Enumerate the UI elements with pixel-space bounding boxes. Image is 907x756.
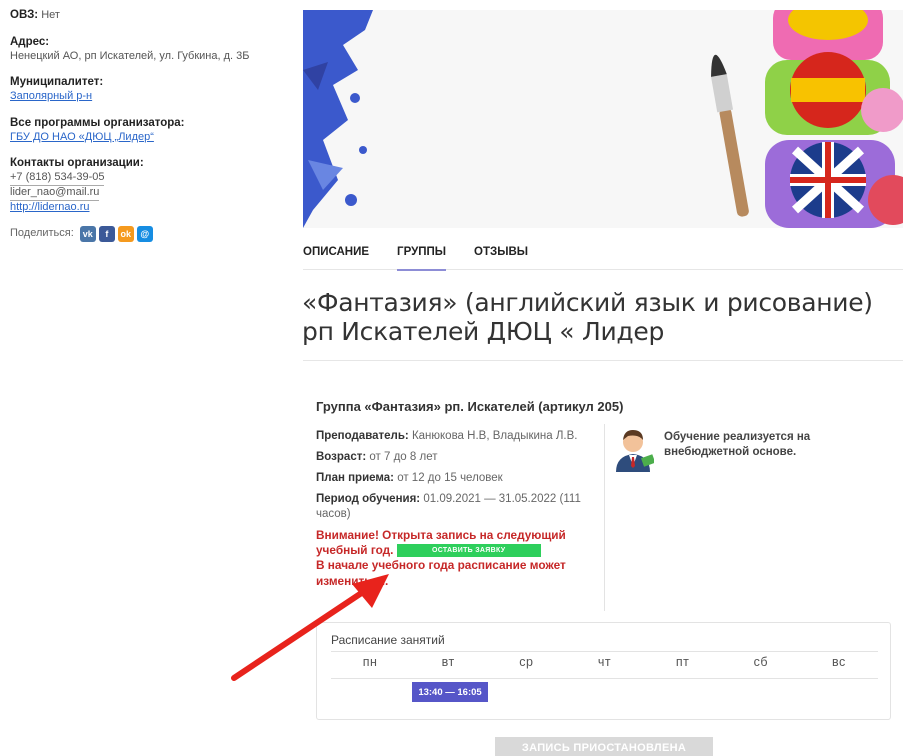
- vk-icon[interactable]: vk: [79, 226, 96, 243]
- banner-illustration: [303, 10, 903, 228]
- title-divider: [303, 360, 903, 361]
- share-label: Поделиться:: [10, 227, 74, 240]
- plan-row: План приема: от 12 до 15 человек: [316, 471, 598, 486]
- municipality-link[interactable]: Заполярный р-н: [10, 90, 92, 102]
- address-value: Ненецкий АО, рп Искателей, ул. Губкина, …: [10, 49, 250, 62]
- ovz-block: ОВЗ: Нет: [10, 8, 280, 23]
- municipality-block: Муниципалитет: Заполярный р-н: [10, 75, 280, 104]
- schedule-slot-tuesday: 13:40 — 16:05: [412, 682, 488, 702]
- day-fri: пт: [675, 655, 690, 669]
- day-tue: вт: [441, 655, 455, 669]
- apply-button[interactable]: ОСТАВИТЬ ЗАЯВКУ: [396, 544, 541, 558]
- teacher-value: Канюкова Н.В, Владыкина Л.В.: [411, 430, 578, 442]
- annotation-arrow: [231, 574, 389, 681]
- info-divider: [604, 424, 605, 611]
- period-label: Период обучения:: [316, 492, 421, 505]
- email-address[interactable]: lider_nao@mail.ru: [10, 186, 100, 201]
- group-heading: Группа «Фантазия» рп. Искателей (артикул…: [316, 399, 624, 414]
- teacher-row: Преподаватель: Канюкова Н.В, Владыкина Л…: [316, 429, 598, 444]
- teacher-label: Преподаватель:: [316, 430, 409, 442]
- programs-block: Все программы организатора: ГБУ ДО НАО «…: [10, 116, 280, 145]
- page-title: «Фантазия» (английский язык и рисование)…: [302, 288, 873, 346]
- age-row: Возраст: от 7 до 8 лет: [316, 450, 598, 465]
- ovz-label: ОВЗ:: [10, 9, 39, 21]
- period-row: Период обучения: 01.09.2021 — 31.05.2022…: [316, 492, 598, 522]
- enrollment-paused-button[interactable]: ЗАПИСЬ ПРИОСТАНОВЛЕНА: [495, 737, 713, 756]
- odnoklassniki-icon[interactable]: ok: [117, 226, 134, 243]
- tab-description[interactable]: ОПИСАНИЕ: [303, 240, 369, 270]
- tab-reviews[interactable]: ОТЗЫВЫ: [474, 240, 528, 270]
- ovz-value: Нет: [41, 9, 60, 21]
- schedule-days: пн вт ср чт пт сб вс: [331, 655, 878, 669]
- day-sat: сб: [753, 655, 768, 669]
- facebook-icon[interactable]: f: [98, 226, 115, 243]
- website-link[interactable]: http://lidernao.ru: [10, 201, 90, 213]
- contacts-label: Контакты организации:: [10, 157, 144, 170]
- businessman-icon: [616, 430, 654, 472]
- plan-label: План приема:: [316, 471, 394, 484]
- day-wed: ср: [519, 655, 534, 669]
- paint-jars: [765, 10, 903, 228]
- organizer-link[interactable]: ГБУ ДО НАО «ДЮЦ „Лидер“: [10, 131, 154, 143]
- municipality-label: Муниципалитет:: [10, 76, 104, 89]
- moimir-icon[interactable]: @: [136, 226, 153, 243]
- day-sun: вс: [832, 655, 846, 669]
- age-label: Возраст:: [316, 450, 367, 463]
- day-thu: чт: [597, 655, 612, 669]
- program-banner-image: [303, 10, 903, 228]
- age-value: от 7 до 8 лет: [369, 450, 438, 463]
- funding-note: Обучение реализуется на внебюджетной осн…: [612, 426, 844, 472]
- address-block: Адрес: Ненецкий АО, рп Искателей, ул. Гу…: [10, 35, 280, 64]
- programs-label: Все программы организатора:: [10, 116, 185, 129]
- schedule-divider-2: [331, 678, 878, 679]
- funding-text: Обучение реализуется на внебюджетной осн…: [664, 431, 811, 458]
- address-label: Адрес:: [10, 35, 50, 48]
- organization-sidebar: ОВЗ: Нет Адрес: Ненецкий АО, рп Искателе…: [10, 8, 280, 243]
- phone-number[interactable]: +7 (818) 534-39-05: [10, 171, 105, 186]
- plan-value: от 12 до 15 человек: [397, 471, 503, 484]
- share-bar: Поделиться: vk f ok @: [10, 226, 280, 243]
- schedule-divider: [331, 651, 878, 652]
- contacts-block: Контакты организации: +7 (818) 534-39-05…: [10, 156, 280, 214]
- program-tabs: ОПИСАНИЕ ГРУППЫ ОТЗЫВЫ: [303, 240, 903, 271]
- tab-groups[interactable]: ГРУППЫ: [397, 240, 446, 271]
